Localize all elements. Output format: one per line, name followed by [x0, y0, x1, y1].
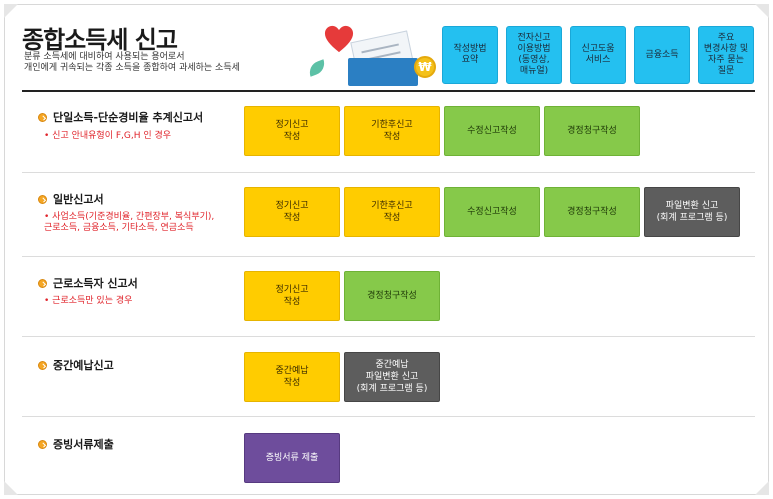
- late-filing-button[interactable]: 기한후신고 작성: [344, 106, 440, 156]
- section-title-label: 근로소득자 신고서: [53, 277, 138, 290]
- header-illustration: ₩: [306, 22, 438, 86]
- financial-income-button[interactable]: 금융소득: [634, 26, 690, 84]
- section-title-label: 단일소득-단순경비율 추계신고서: [53, 111, 204, 124]
- frame-corner: [4, 4, 18, 18]
- heart-icon: [324, 25, 354, 53]
- faq-changes-button[interactable]: 주요 변경사항 및 자주 묻는 질문: [698, 26, 754, 84]
- amended-filing-button[interactable]: 수정신고작성: [444, 106, 540, 156]
- leaf-icon: [306, 59, 328, 77]
- guide-summary-button[interactable]: 작성방법 요약: [442, 26, 498, 84]
- section-divider: [22, 336, 755, 337]
- page-description: 분류 소득세에 대비하여 사용되는 용어로서 개인에게 귀속되는 각종 소득을 …: [24, 52, 240, 74]
- correction-claim-button[interactable]: 경정청구작성: [544, 106, 640, 156]
- bullet-check-icon: [38, 439, 47, 449]
- regular-filing-button[interactable]: 정기신고 작성: [244, 187, 340, 237]
- section-divider: [22, 172, 755, 173]
- regular-filing-button[interactable]: 정기신고 작성: [244, 106, 340, 156]
- amended-filing-button[interactable]: 수정신고작성: [444, 187, 540, 237]
- section-note: • 사업소득(기준경비율, 간편장부, 복식부기), 근로소득, 금융소득, 기…: [44, 212, 215, 233]
- correction-claim-button[interactable]: 경정청구작성: [344, 271, 440, 321]
- section-title-label: 중간예납신고: [53, 359, 114, 372]
- interim-prepayment-button[interactable]: 중간예납 작성: [244, 352, 340, 402]
- e-filing-usage-button[interactable]: 전자신고 이용방법 (동영상, 매뉴얼): [506, 26, 562, 84]
- frame-corner: [4, 481, 18, 495]
- section-title-label: 증빙서류제출: [53, 438, 114, 451]
- section-title: 일반신고서: [38, 191, 104, 207]
- section-divider: [22, 416, 755, 417]
- bullet-check-icon: [38, 278, 47, 288]
- section-title: 증빙서류제출: [38, 436, 114, 452]
- section-note: • 근로소득만 있는 경우: [44, 296, 133, 306]
- section-note: • 신고 안내유형이 F,G,H 인 경우: [44, 131, 172, 141]
- section-title: 근로소득자 신고서: [38, 275, 138, 291]
- description-line: 개인에게 귀속되는 각종 소득을 종합하여 과세하는 소득세: [24, 63, 240, 73]
- regular-filing-button[interactable]: 정기신고 작성: [244, 271, 340, 321]
- late-filing-button[interactable]: 기한후신고 작성: [344, 187, 440, 237]
- frame-corner: [755, 481, 769, 495]
- section-title-label: 일반신고서: [53, 193, 104, 206]
- section-title: 단일소득-단순경비율 추계신고서: [38, 109, 203, 125]
- bullet-check-icon: [38, 360, 47, 370]
- bullet-check-icon: [38, 112, 47, 122]
- description-line: 분류 소득세에 대비하여 사용되는 용어로서: [24, 52, 185, 62]
- section-divider: [22, 256, 755, 257]
- page-title: 종합소득세 신고: [22, 26, 178, 54]
- header-divider: [22, 90, 755, 92]
- coin-icon: ₩: [414, 56, 436, 78]
- bullet-check-icon: [38, 194, 47, 204]
- envelope-icon: [348, 58, 418, 86]
- correction-claim-button[interactable]: 경정청구작성: [544, 187, 640, 237]
- frame-corner: [755, 4, 769, 18]
- submit-evidence-button[interactable]: 증빙서류 제출: [244, 433, 340, 483]
- file-conversion-filing-button[interactable]: 파일변환 신고 (회계 프로그램 등): [644, 187, 740, 237]
- section-title: 중간예납신고: [38, 357, 114, 373]
- interim-file-conversion-button[interactable]: 중간예납 파일변환 신고 (회계 프로그램 등): [344, 352, 440, 402]
- filing-help-service-button[interactable]: 신고도움 서비스: [570, 26, 626, 84]
